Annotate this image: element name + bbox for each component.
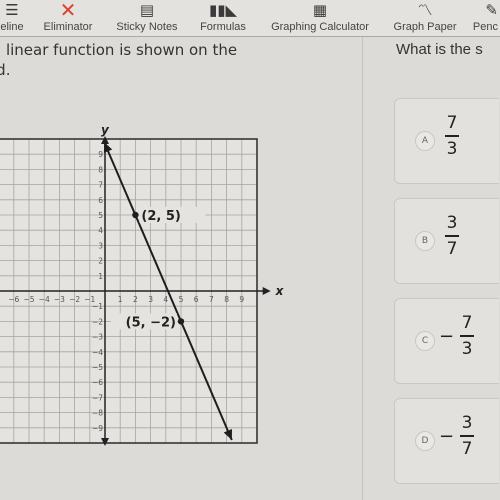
point-label: (5, −2) <box>126 315 176 330</box>
y-tick-label: 1 <box>98 272 103 281</box>
line-graph-icon: 〽 <box>417 1 433 19</box>
y-tick-label: −6 <box>92 378 103 387</box>
choice-letter: A <box>415 131 435 151</box>
point-label: (2, 5) <box>141 209 180 224</box>
numerator: 7 <box>461 313 473 333</box>
numerator: 3 <box>461 413 473 433</box>
y-axis-label: y <box>101 123 110 137</box>
y-tick-label: −9 <box>92 424 103 433</box>
x-tick-label: 5 <box>179 295 184 304</box>
numerator: 7 <box>446 113 458 133</box>
y-tick-label: 6 <box>98 196 103 205</box>
denominator: 3 <box>446 139 458 159</box>
y-tick-label: 7 <box>98 181 103 190</box>
choice-c[interactable]: C −7 3 <box>394 298 499 384</box>
sign: − <box>439 425 455 447</box>
x-tick-label: 8 <box>224 295 229 304</box>
y-tick-label: −4 <box>92 348 103 357</box>
x-tick-label: 3 <box>148 295 153 304</box>
coordinate-graph: xy−6 −5 −4 −3 −2 −1 1 2 3 4 5 6 7 8 9987654321−1−2−3−4… <box>0 123 285 447</box>
y-tick-label: 3 <box>98 241 103 250</box>
y-tick-label: 8 <box>98 165 103 174</box>
point <box>177 318 185 325</box>
choice-letter: B <box>415 231 435 251</box>
choice-b[interactable]: B 37 <box>394 198 499 284</box>
choice-d[interactable]: D −3 7 <box>394 398 499 484</box>
x-tick-label: −3 <box>54 295 65 304</box>
x-tick-label: 9 <box>239 295 244 304</box>
x-tick-label: −6 <box>8 295 19 304</box>
y-tick-label: −1 <box>92 302 103 311</box>
fraction: −7 3 <box>439 313 475 359</box>
tool-graph-paper[interactable]: 〽 Graph Paper <box>394 0 457 36</box>
denominator: 3 <box>461 339 473 359</box>
x-axis-arrow <box>262 287 271 295</box>
x-axis-label: x <box>275 284 285 298</box>
denominator: 7 <box>446 239 458 259</box>
y-tick-label: −7 <box>92 393 103 402</box>
fraction: 37 <box>439 213 459 259</box>
divider <box>362 37 363 500</box>
numerator: 3 <box>446 213 458 233</box>
fraction: −3 7 <box>439 413 475 459</box>
x-tick-label: 1 <box>118 295 123 304</box>
fraction: 73 <box>439 113 459 159</box>
y-tick-label: 5 <box>98 211 103 220</box>
choice-letter: C <box>415 331 435 351</box>
x-tick-label: 6 <box>194 295 199 304</box>
x-tick-label: 4 <box>163 295 168 304</box>
x-tick-label: 7 <box>209 295 214 304</box>
x-tick-label: −4 <box>39 295 50 304</box>
tool-pencil[interactable]: ✎ Penc <box>473 0 498 36</box>
y-tick-label: 9 <box>98 150 103 159</box>
choice-a[interactable]: A 73 <box>394 98 499 184</box>
y-tick-label: −8 <box>92 409 103 418</box>
answer-prompt: What is the s <box>396 41 483 58</box>
denominator: 7 <box>461 439 473 459</box>
point <box>132 211 139 219</box>
y-tick-label: −5 <box>92 363 103 372</box>
x-tick-label: 2 <box>133 295 138 304</box>
y-tick-label: 2 <box>98 257 103 266</box>
x-tick-label: −2 <box>69 295 80 304</box>
x-tick-label: −5 <box>23 295 34 304</box>
pencil-icon: ✎ <box>485 1 498 19</box>
sign: − <box>439 325 455 347</box>
choice-letter: D <box>415 431 435 451</box>
y-tick-label: 4 <box>98 226 103 235</box>
y-tick-label: −3 <box>92 333 103 342</box>
y-tick-label: −2 <box>92 317 103 326</box>
